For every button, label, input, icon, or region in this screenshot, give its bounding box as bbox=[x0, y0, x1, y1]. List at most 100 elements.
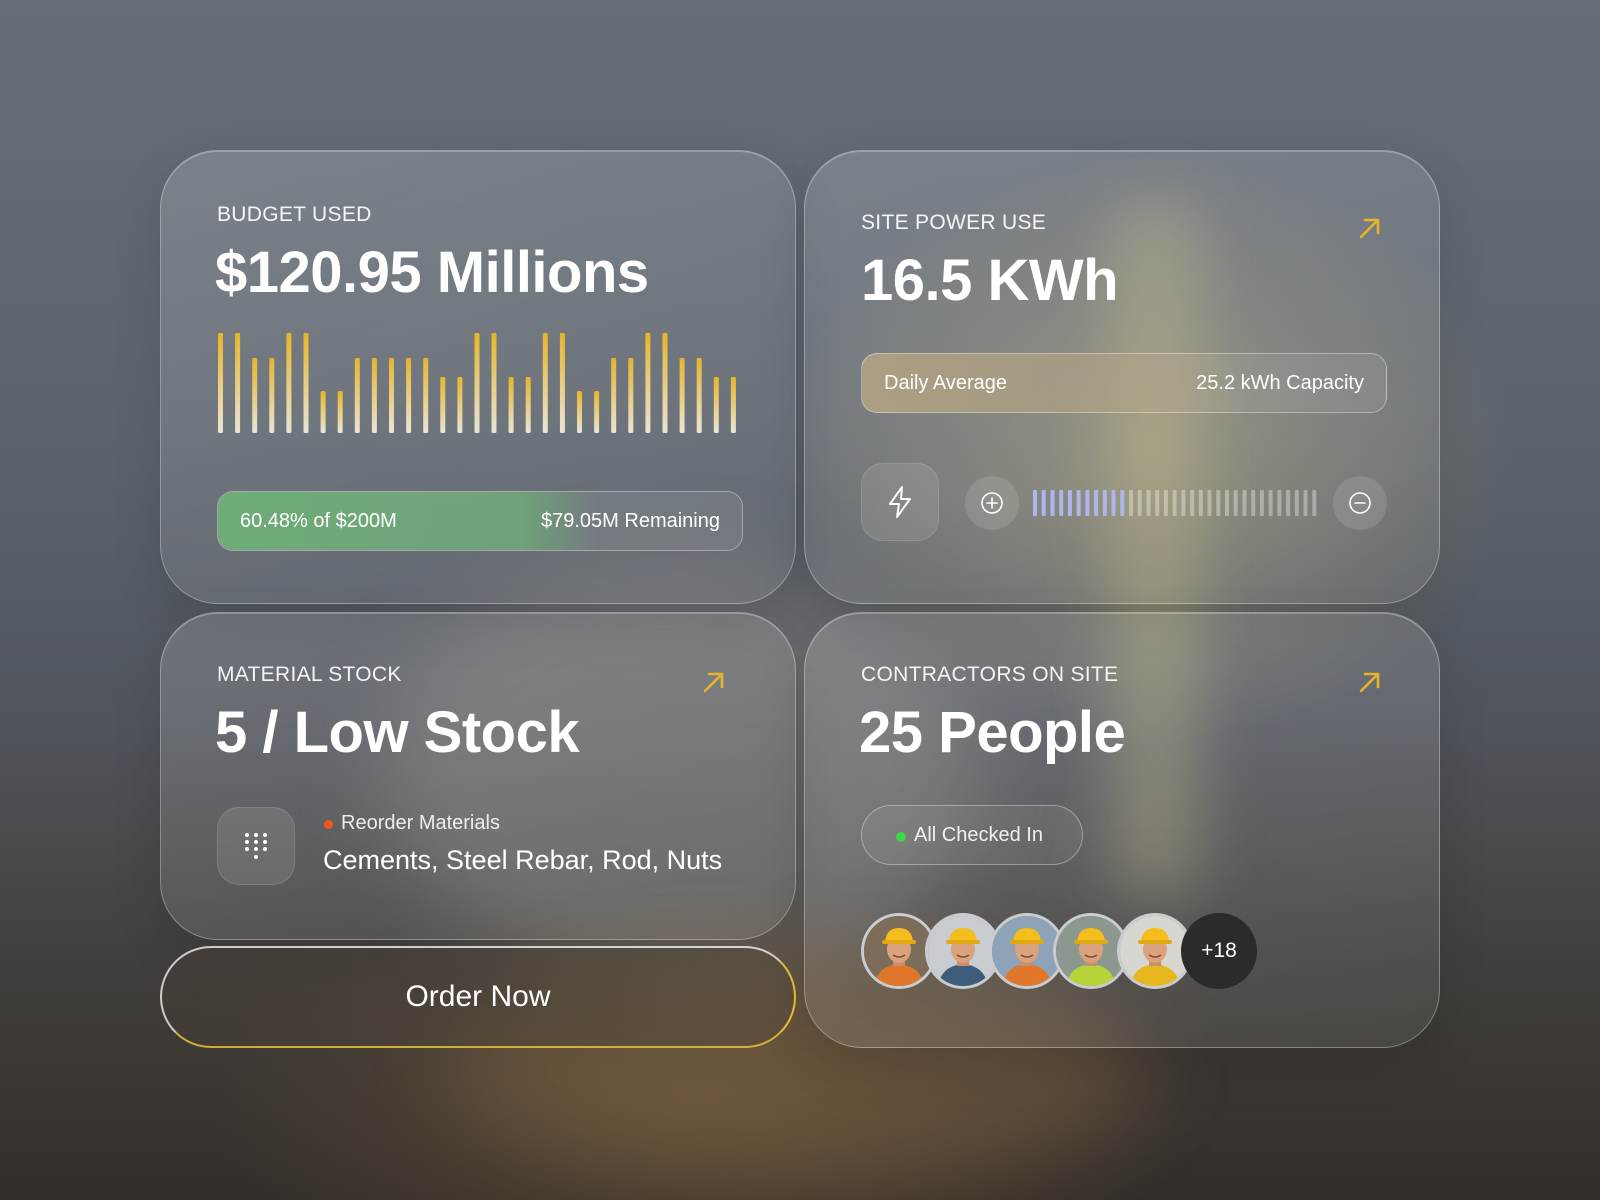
power-tick-active bbox=[1094, 490, 1099, 516]
power-decrease-button[interactable] bbox=[1333, 476, 1387, 530]
power-tick-active bbox=[1050, 490, 1055, 516]
worker-avatar-icon bbox=[992, 916, 1062, 986]
power-value: 16.5 KWh bbox=[861, 248, 1119, 313]
checked-in-label: All Checked In bbox=[914, 824, 1043, 846]
budget-bar bbox=[594, 391, 600, 433]
budget-bar bbox=[628, 358, 634, 433]
worker-avatar-icon bbox=[1056, 916, 1126, 986]
lightning-button[interactable] bbox=[861, 463, 939, 541]
capacity-label: 25.2 kWh Capacity bbox=[1196, 372, 1364, 394]
status-dot bbox=[896, 832, 906, 842]
budget-bar bbox=[252, 358, 258, 433]
budget-bar bbox=[440, 377, 446, 433]
power-label: SITE POWER USE bbox=[861, 211, 1047, 234]
power-tick bbox=[1233, 490, 1238, 516]
order-now-button[interactable]: Order Now bbox=[160, 946, 796, 1048]
budget-bar bbox=[474, 333, 480, 433]
power-tick bbox=[1163, 490, 1168, 516]
power-tick-active bbox=[1067, 490, 1072, 516]
power-tick-active bbox=[1033, 490, 1037, 516]
power-tick bbox=[1242, 490, 1247, 516]
daily-average-pill: Daily Average 25.2 kWh Capacity bbox=[861, 353, 1387, 413]
daily-average-label: Daily Average bbox=[884, 372, 1008, 394]
power-tick bbox=[1259, 490, 1264, 516]
budget-bar bbox=[235, 333, 241, 433]
budget-bar bbox=[303, 333, 309, 433]
dial-pad-icon bbox=[245, 833, 267, 859]
budget-bar bbox=[337, 391, 343, 433]
power-tick-active bbox=[1076, 490, 1081, 516]
power-tick-active bbox=[1041, 490, 1046, 516]
budget-bar bbox=[679, 358, 685, 433]
materials-list: Cements, Steel Rebar, Rod, Nuts bbox=[323, 845, 723, 875]
more-contractors-badge[interactable]: +18 bbox=[1181, 913, 1257, 989]
power-tick bbox=[1225, 490, 1229, 516]
power-tick-active bbox=[1102, 490, 1107, 516]
power-tick bbox=[1216, 490, 1221, 516]
budget-bar bbox=[423, 358, 429, 433]
budget-bar bbox=[286, 333, 292, 433]
budget-bar bbox=[457, 377, 463, 433]
budget-bar-chart bbox=[218, 333, 736, 433]
power-tick bbox=[1181, 490, 1186, 516]
budget-progress-label: 60.48% of $200M bbox=[240, 510, 397, 532]
power-card: SITE POWER USE 16.5 KWh Daily Average 25… bbox=[804, 150, 1440, 604]
minus-circle-icon bbox=[1349, 492, 1371, 514]
budget-bar bbox=[389, 358, 394, 433]
budget-bar bbox=[269, 358, 275, 433]
power-tick-active bbox=[1059, 490, 1064, 516]
budget-bar bbox=[525, 377, 531, 433]
power-tick bbox=[1303, 490, 1308, 516]
power-tick-active bbox=[1085, 490, 1090, 516]
power-tick bbox=[1312, 490, 1317, 516]
power-level-slider[interactable] bbox=[1033, 490, 1321, 516]
budget-bar bbox=[696, 358, 702, 433]
alert-dot bbox=[324, 820, 333, 829]
power-tick bbox=[1207, 490, 1212, 516]
budget-bar bbox=[730, 377, 736, 433]
power-tick bbox=[1146, 490, 1151, 516]
budget-bar bbox=[354, 358, 360, 433]
reorder-title: Reorder Materials bbox=[341, 812, 500, 834]
power-tick bbox=[1172, 490, 1177, 516]
lightning-icon bbox=[889, 486, 911, 518]
stock-label: MATERIAL STOCK bbox=[217, 663, 402, 686]
power-tick bbox=[1129, 490, 1133, 516]
contractors-card: CONTRACTORS ON SITE 25 People All Checke… bbox=[804, 612, 1440, 1048]
power-tick bbox=[1155, 490, 1160, 516]
budget-bar bbox=[371, 358, 377, 433]
budget-bar bbox=[611, 358, 617, 433]
budget-bar bbox=[508, 377, 514, 433]
power-tick bbox=[1198, 490, 1203, 516]
budget-bar bbox=[491, 333, 497, 433]
arrow-up-right-icon[interactable] bbox=[701, 669, 727, 695]
dial-pad-button[interactable] bbox=[217, 807, 295, 885]
budget-bar bbox=[542, 333, 548, 433]
budget-bar bbox=[577, 391, 582, 433]
checked-in-status: All Checked In bbox=[861, 805, 1083, 865]
power-tick bbox=[1268, 490, 1273, 516]
contractors-label: CONTRACTORS ON SITE bbox=[861, 663, 1119, 686]
budget-remaining-label: $79.05M Remaining bbox=[541, 510, 720, 532]
budget-card: BUDGET USED $120.95 Millions 60.48% of $… bbox=[160, 150, 796, 604]
arrow-up-right-icon[interactable] bbox=[1357, 215, 1383, 241]
worker-avatar-icon bbox=[1120, 916, 1190, 986]
budget-bar bbox=[713, 377, 719, 433]
power-tick-active bbox=[1111, 490, 1116, 516]
budget-progress: 60.48% of $200M $79.05M Remaining bbox=[217, 491, 743, 551]
budget-bar bbox=[645, 333, 651, 433]
power-tick bbox=[1277, 490, 1282, 516]
worker-avatar-icon bbox=[928, 916, 998, 986]
budget-bar bbox=[218, 333, 223, 433]
power-tick bbox=[1190, 490, 1195, 516]
budget-bar bbox=[662, 333, 668, 433]
budget-label: BUDGET USED bbox=[217, 203, 372, 226]
arrow-up-right-icon[interactable] bbox=[1357, 669, 1383, 695]
power-tick-active bbox=[1120, 490, 1125, 516]
power-increase-button[interactable] bbox=[965, 476, 1019, 530]
material-stock-card: MATERIAL STOCK 5 / Low Stock Reorder Mat… bbox=[160, 612, 796, 940]
budget-bar bbox=[406, 358, 412, 433]
power-tick bbox=[1251, 490, 1256, 516]
budget-bar bbox=[559, 333, 565, 433]
contractors-value: 25 People bbox=[859, 700, 1126, 765]
